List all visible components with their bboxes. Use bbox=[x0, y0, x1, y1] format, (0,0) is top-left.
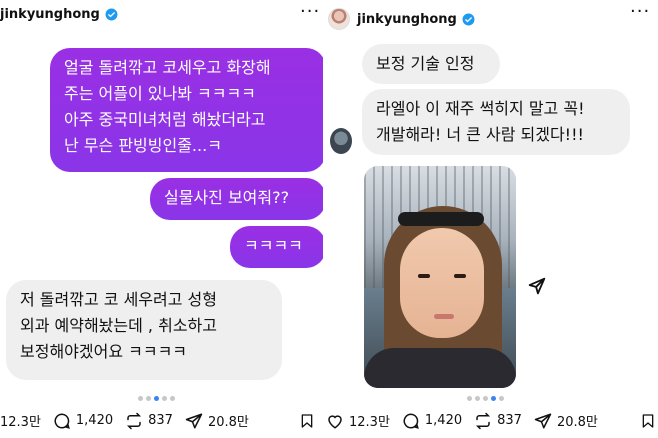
like-button[interactable]: 12.3만 bbox=[0, 411, 41, 430]
message-bubble: 저 돌려깎고 코 세우려고 성형 외과 예약해놨는데 , 취소하고 보정해야겠어… bbox=[6, 280, 282, 380]
action-bar-left: 12.3만 1,420 837 20.8만 bbox=[0, 411, 261, 430]
username[interactable]: jinkyunghong bbox=[357, 12, 457, 27]
carousel-pager bbox=[138, 396, 175, 401]
comment-count: 1,420 bbox=[75, 413, 114, 428]
repost-button[interactable]: 837 bbox=[125, 412, 173, 430]
message-bubble: 얼굴 돌려깎고 코세우고 화장해 주는 어플이 있나봐 ㅋㅋㅋㅋ 아주 중국미녀… bbox=[50, 48, 326, 172]
photo-glasses bbox=[398, 212, 484, 226]
photo-eye bbox=[418, 274, 430, 278]
like-button[interactable]: 12.3만 bbox=[326, 411, 390, 430]
photo-body bbox=[364, 348, 516, 388]
share-button[interactable]: 20.8만 bbox=[534, 411, 598, 430]
share-icon bbox=[534, 413, 552, 428]
comment-button[interactable]: 1,420 bbox=[53, 412, 113, 430]
share-count: 20.8만 bbox=[207, 415, 249, 430]
avatar[interactable] bbox=[328, 8, 350, 30]
share-count: 20.8만 bbox=[556, 415, 598, 430]
shared-photo[interactable] bbox=[364, 166, 516, 388]
comment-count: 1,420 bbox=[424, 413, 463, 428]
repost-icon bbox=[476, 412, 491, 429]
heart-icon bbox=[328, 414, 342, 429]
message-bubble: ㅋㅋㅋㅋ bbox=[230, 226, 326, 268]
photo-mouth bbox=[434, 314, 454, 319]
repost-count: 837 bbox=[148, 413, 173, 428]
more-dots-icon[interactable]: ··· bbox=[630, 3, 650, 21]
comment-icon bbox=[54, 412, 70, 429]
verified-badge-icon bbox=[105, 8, 118, 21]
share-icon bbox=[185, 413, 203, 428]
message-bubble: 실물사진 보여줘?? bbox=[150, 178, 326, 220]
post-divider bbox=[323, 0, 333, 438]
photo-face bbox=[400, 228, 484, 338]
action-bar-right: 12.3만 1,420 837 20.8만 bbox=[326, 411, 610, 430]
comment-icon bbox=[403, 412, 419, 429]
username[interactable]: jinkyunghong bbox=[0, 7, 100, 22]
message-bubble: 보정 기술 인정 bbox=[362, 44, 500, 84]
repost-button[interactable]: 837 bbox=[474, 412, 522, 430]
message-bubble: 라엘아 이 재주 썩히지 말고 꼭! 개발해라! 너 큰 사람 되겠다!!! bbox=[362, 89, 630, 155]
comment-button[interactable]: 1,420 bbox=[402, 412, 462, 430]
bookmark-icon[interactable] bbox=[640, 412, 656, 430]
send-icon[interactable] bbox=[526, 275, 548, 297]
like-count: 12.3만 bbox=[0, 415, 41, 430]
repost-icon bbox=[127, 412, 142, 429]
repost-count: 837 bbox=[497, 413, 522, 428]
post-header-right: jinkyunghong bbox=[328, 8, 475, 30]
share-button[interactable]: 20.8만 bbox=[185, 411, 249, 430]
post-header-left: jinkyunghong bbox=[0, 7, 118, 22]
like-count: 12.3만 bbox=[349, 415, 390, 430]
bookmark-icon[interactable] bbox=[299, 412, 315, 430]
verified-badge-icon bbox=[462, 13, 475, 25]
carousel-pager bbox=[467, 396, 504, 401]
sender-avatar bbox=[330, 128, 352, 154]
more-dots-icon[interactable]: ··· bbox=[300, 3, 320, 21]
photo-eye bbox=[454, 274, 466, 278]
